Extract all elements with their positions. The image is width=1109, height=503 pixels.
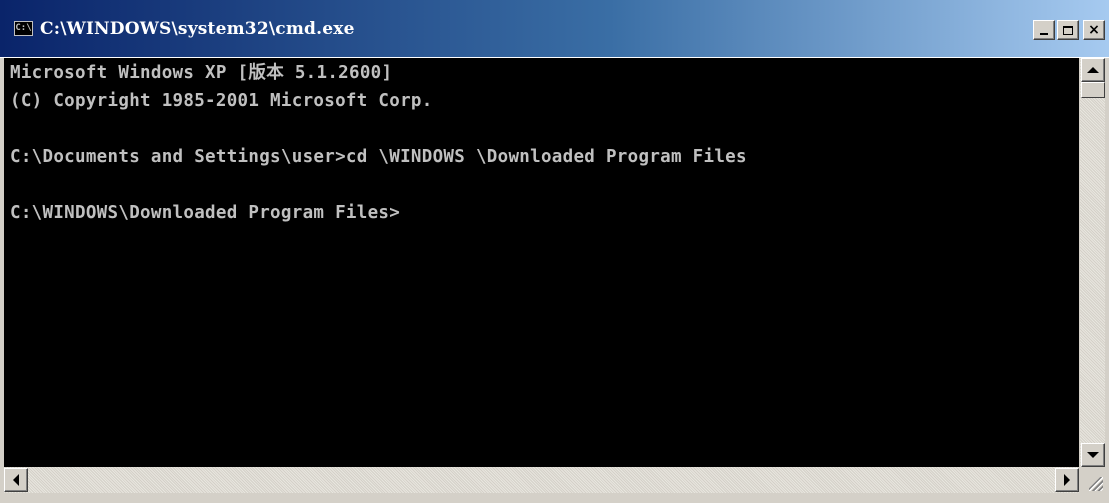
title-controls: × [1033,20,1105,40]
arrow-left-icon [13,474,19,486]
scroll-down-button[interactable] [1081,443,1105,467]
close-button[interactable]: × [1083,20,1105,40]
arrow-right-icon [1064,474,1070,486]
close-icon: × [1088,22,1100,38]
cmd-window: C:\ C:\WINDOWS\system32\cmd.exe × Micros… [0,0,1109,503]
console-prompt-line: C:\WINDOWS\Downloaded Program Files> [10,203,401,223]
maximize-button[interactable] [1057,20,1079,40]
arrow-down-icon [1087,452,1099,458]
resize-grip-icon [1089,477,1103,491]
vertical-scrollbar[interactable] [1079,58,1105,467]
resize-grip[interactable] [1079,467,1105,493]
title-bar[interactable]: C:\ C:\WINDOWS\system32\cmd.exe × [0,0,1109,58]
minimize-icon [1040,33,1048,35]
cmd-app-icon[interactable]: C:\ [14,21,33,36]
horizontal-scrollbar[interactable] [4,467,1079,493]
window-title: C:\WINDOWS\system32\cmd.exe [40,19,355,39]
scroll-up-button[interactable] [1081,58,1105,82]
console-output[interactable]: Microsoft Windows XP [版本 5.1.2600] (C) C… [4,58,1079,467]
console-line-4: C:\Documents and Settings\user>cd \WINDO… [10,147,747,167]
vertical-scroll-thumb[interactable] [1081,82,1105,98]
scroll-left-button[interactable] [4,468,28,492]
scroll-right-button[interactable] [1055,468,1079,492]
console-line-2: (C) Copyright 1985-2001 Microsoft Corp. [10,91,433,111]
console-line-1: Microsoft Windows XP [版本 5.1.2600] [10,63,393,83]
maximize-icon [1063,25,1073,35]
arrow-up-icon [1087,67,1099,73]
minimize-button[interactable] [1033,20,1055,40]
window-bottom-border [0,493,1109,503]
